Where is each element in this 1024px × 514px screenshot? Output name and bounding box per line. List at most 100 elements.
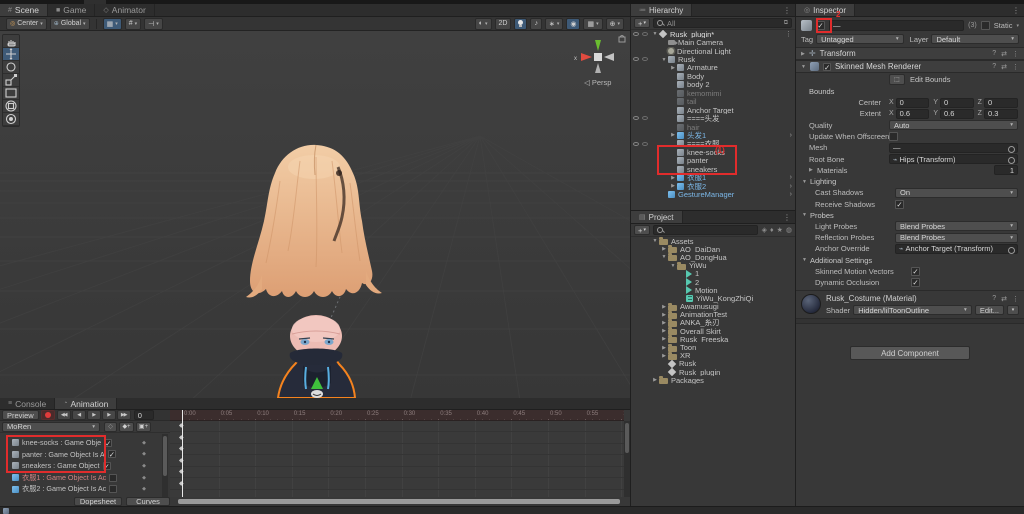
- add-keyframe-button[interactable]: ◆+: [119, 422, 134, 432]
- timeline-ruler[interactable]: 0:000:050:100:150:200:250:300:350:400:45…: [170, 410, 624, 421]
- project-item-ANKA_糸刃[interactable]: ▶ANKA_糸刃: [631, 319, 795, 327]
- property-checkbox[interactable]: [109, 474, 117, 482]
- gameobject-name-field[interactable]: —: [829, 20, 964, 31]
- curves-button[interactable]: Curves: [126, 497, 170, 506]
- hierarchy-item-====衣服[interactable]: ====衣服: [631, 140, 795, 148]
- hierarchy-item-Body[interactable]: Body: [631, 72, 795, 80]
- tab-console[interactable]: ≡ Console: [0, 398, 55, 409]
- dopesheet-button[interactable]: Dopesheet: [74, 497, 122, 506]
- scene-visibility-toggle[interactable]: ◉: [566, 18, 580, 30]
- property-checkbox[interactable]: ✓: [104, 439, 112, 447]
- hierarchy-item-Rusk[interactable]: ▼Rusk: [631, 55, 795, 63]
- grid-snap-button[interactable]: ▦▾: [103, 18, 122, 30]
- property-checkbox[interactable]: ✓: [103, 462, 111, 470]
- static-dropdown-caret[interactable]: ▾: [1016, 23, 1019, 29]
- project-item-XR[interactable]: ▶XR: [631, 352, 795, 360]
- search-by-label-icon[interactable]: ♦: [770, 227, 774, 234]
- reflection-probes-dropdown[interactable]: Blend Probes▾: [895, 233, 1018, 243]
- shader-menu-button[interactable]: ▾: [1007, 305, 1019, 315]
- hierarchy-item-knee-socks[interactable]: knee-socks: [631, 148, 795, 156]
- expand-arrow[interactable]: ▼: [651, 31, 659, 37]
- additional-settings-section[interactable]: ▼Additional Settings: [796, 255, 1024, 266]
- project-item-Toon[interactable]: ▶Toon: [631, 343, 795, 351]
- scale-tool[interactable]: [3, 74, 19, 87]
- next-key-button[interactable]: ▶: [102, 410, 116, 420]
- play-button[interactable]: ▶: [87, 410, 101, 420]
- hidden-packages-icon[interactable]: ◍: [786, 226, 792, 234]
- increment-snap-button[interactable]: #▾: [125, 18, 141, 30]
- hierarchy-item-hair[interactable]: hair: [631, 123, 795, 131]
- project-item-Motion[interactable]: Motion: [631, 286, 795, 294]
- inspector-menu-icon[interactable]: ⋮: [1012, 6, 1020, 15]
- hierarchy-item-头发1[interactable]: ▶头发1›: [631, 131, 795, 139]
- project-item-Overall Skirt[interactable]: ▶Overall Skirt: [631, 327, 795, 335]
- property-checkbox[interactable]: ✓: [108, 450, 116, 458]
- hierarchy-item-Directional Light[interactable]: Directional Light: [631, 47, 795, 55]
- hierarchy-item-tail[interactable]: tail: [631, 98, 795, 106]
- saved-search-icon[interactable]: ⧉: [784, 20, 788, 27]
- clip-dropdown[interactable]: MoRen▾: [2, 422, 100, 432]
- expand-arrow[interactable]: ▶: [660, 320, 668, 326]
- expand-arrow[interactable]: ▶: [669, 183, 677, 189]
- timeline-hscrollbar[interactable]: [178, 499, 620, 504]
- materials-count-field[interactable]: 1: [994, 165, 1018, 175]
- anim-property-sneakers[interactable]: sneakers : Game Object✓◆: [0, 460, 162, 472]
- layer-dropdown[interactable]: Default▾: [931, 34, 1019, 44]
- mesh-object-field[interactable]: —: [889, 143, 1018, 153]
- expand-arrow[interactable]: ▼: [660, 57, 668, 63]
- hierarchy-item-kemomimi[interactable]: kemomimi: [631, 89, 795, 97]
- anim-property-knee-socks[interactable]: knee-socks : Game Obje✓◆: [0, 437, 162, 449]
- shader-edit-button[interactable]: Edit...: [975, 305, 1004, 315]
- gizmos-dropdown[interactable]: ⊕▾: [606, 18, 624, 30]
- visibility-eye-icon[interactable]: [633, 142, 639, 146]
- record-button[interactable]: [41, 410, 55, 420]
- project-item-YiWu[interactable]: ▼YiWu: [631, 262, 795, 270]
- tab-animator[interactable]: ◇ Animator: [95, 4, 154, 16]
- hierarchy-item-====头发[interactable]: ====头发: [631, 114, 795, 122]
- visibility-eye-icon[interactable]: [633, 32, 639, 36]
- probes-section[interactable]: ▼Probes: [796, 210, 1024, 221]
- project-item-AO_DaiDan[interactable]: ▶AO_DaiDan: [631, 245, 795, 253]
- update-offscreen-checkbox[interactable]: [889, 132, 898, 141]
- timeline-playhead[interactable]: [182, 410, 183, 497]
- smr-enabled-checkbox[interactable]: ✓: [823, 63, 831, 71]
- expand-arrow[interactable]: ▶: [669, 175, 677, 181]
- project-item-YiWu_KongZhiQi[interactable]: YiWu_KongZhiQi: [631, 294, 795, 302]
- receive-shadows-checkbox[interactable]: ✓: [895, 200, 904, 209]
- extent-y-field[interactable]: 0.6: [940, 109, 974, 119]
- anim-list-scrollbar[interactable]: [162, 434, 168, 498]
- orientation-global-dropdown[interactable]: ⊕ Global▾: [50, 18, 90, 30]
- first-frame-button[interactable]: ◀◀: [57, 410, 71, 420]
- project-header[interactable]: ▤ Project: [631, 211, 683, 223]
- rotate-tool[interactable]: [3, 61, 19, 74]
- light-probes-dropdown[interactable]: Blend Probes▾: [895, 221, 1018, 231]
- root-bone-field[interactable]: ⌁Hips (Transform): [889, 154, 1018, 164]
- pickability-icon[interactable]: [642, 116, 648, 120]
- expand-arrow[interactable]: ▶: [660, 345, 668, 351]
- project-item-Awamusugi[interactable]: ▶Awamusugi: [631, 303, 795, 311]
- project-item-AO_DongHua[interactable]: ▼AO_DongHua: [631, 253, 795, 261]
- expand-arrow[interactable]: ▶: [660, 336, 668, 342]
- expand-arrow[interactable]: ▶: [669, 65, 677, 71]
- extent-x-field[interactable]: 0.6: [896, 109, 930, 119]
- add-component-button[interactable]: Add Component: [850, 346, 970, 360]
- hierarchy-item-panter[interactable]: panter: [631, 157, 795, 165]
- project-item-Rusk_Freeska[interactable]: ▶Rusk_Freeska: [631, 335, 795, 343]
- hierarchy-item-body 2[interactable]: body 2: [631, 81, 795, 89]
- center-x-field[interactable]: 0: [896, 98, 930, 108]
- component-menu-icon[interactable]: ⋮: [1012, 295, 1019, 303]
- help-icon[interactable]: ?: [992, 50, 996, 58]
- skinned-motion-vectors-checkbox[interactable]: ✓: [911, 267, 920, 276]
- project-item-Packages[interactable]: ▶Packages: [631, 376, 795, 384]
- filter-keys-button[interactable]: ◇: [104, 422, 117, 432]
- smr-component-header[interactable]: ▼ ✓ Skinned Mesh Renderer ?⇄⋮: [796, 60, 1024, 73]
- expand-arrow[interactable]: ▶: [660, 328, 668, 334]
- expand-arrow[interactable]: ▶: [651, 377, 659, 383]
- tab-game[interactable]: ■ Game: [48, 4, 95, 16]
- center-z-field[interactable]: 0: [984, 98, 1018, 108]
- expand-arrow[interactable]: ▼: [669, 263, 677, 269]
- hierarchy-item-Rusk_plugin*[interactable]: ▼Rusk_plugin*⋮: [631, 30, 795, 38]
- anim-property-衣服2[interactable]: 衣服2 : Game Object Is Ac◆: [0, 483, 162, 495]
- quality-dropdown[interactable]: Auto▾: [889, 120, 1018, 130]
- frame-field[interactable]: 0: [134, 410, 154, 420]
